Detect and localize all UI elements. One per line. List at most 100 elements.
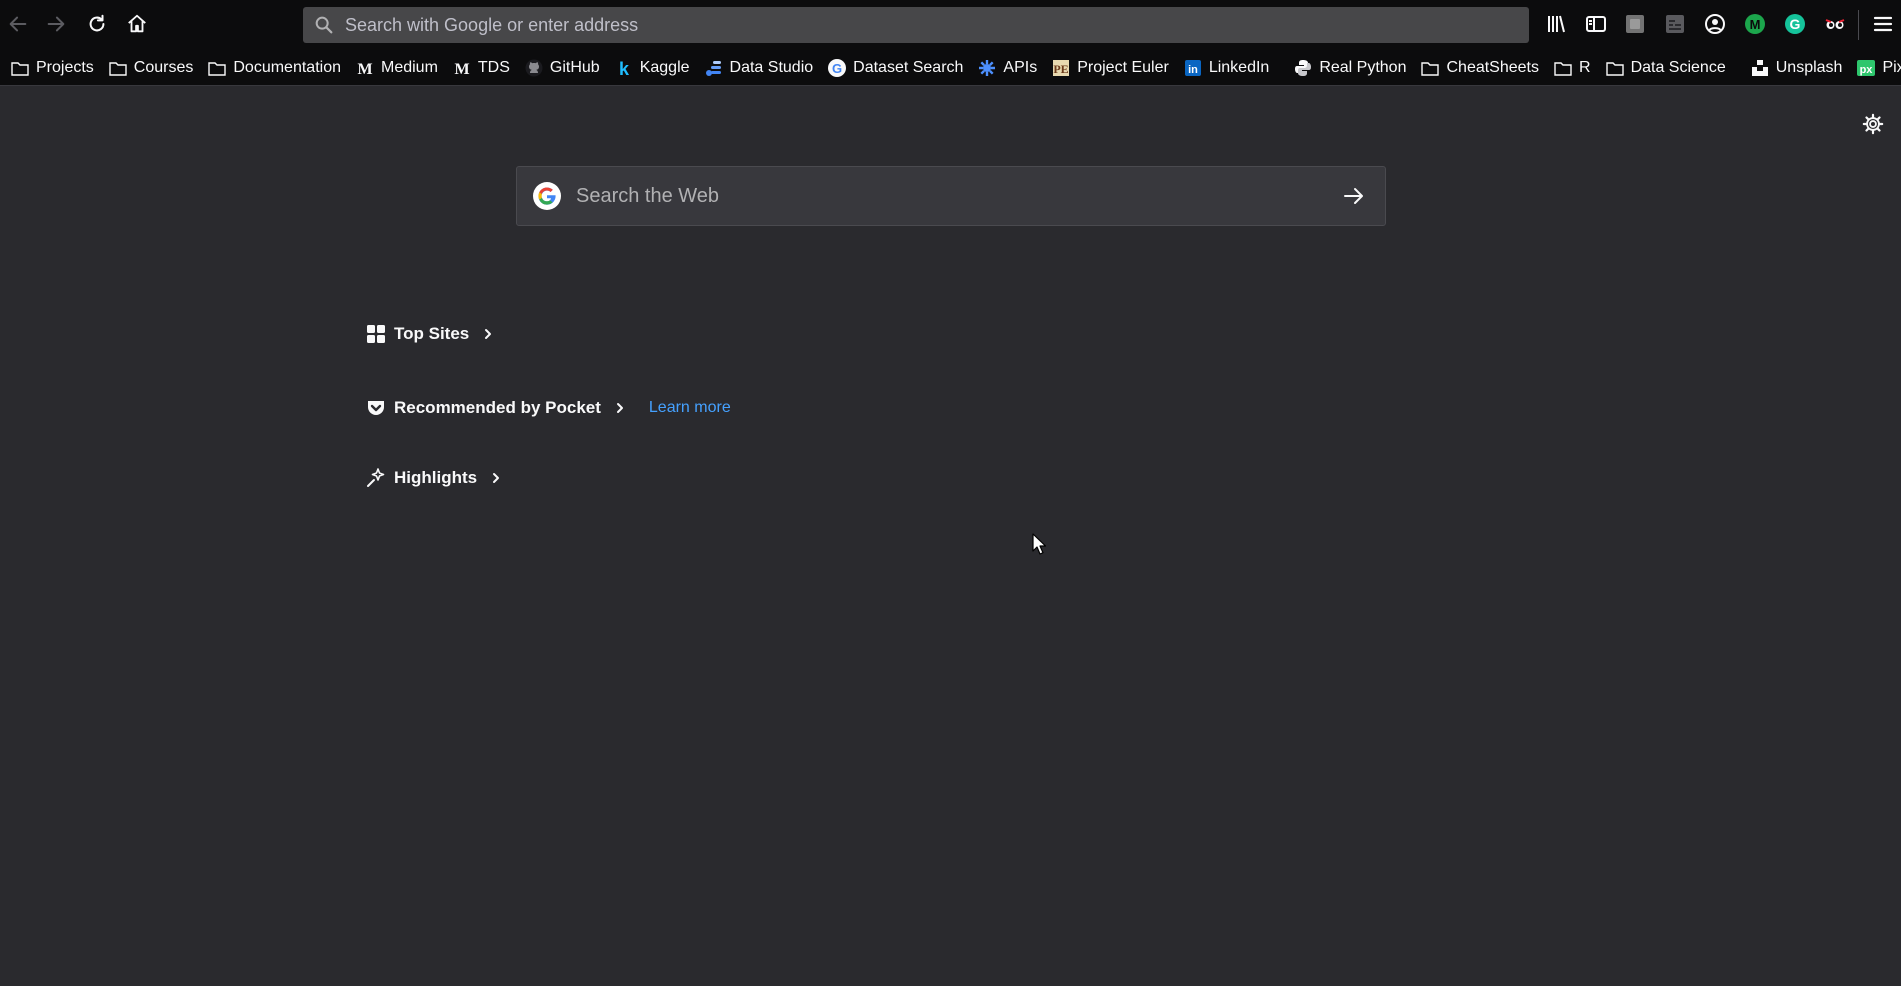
web-search-input[interactable] bbox=[562, 166, 1339, 226]
bookmark-label: Pixabay bbox=[1882, 58, 1901, 76]
bookmark-data-science[interactable]: Data Science bbox=[1599, 53, 1732, 83]
bookmark-data-studio[interactable]: Data Studio bbox=[698, 53, 820, 83]
bookmark-github[interactable]: GitHub bbox=[518, 53, 606, 83]
bookmark-pixabay[interactable]: px Pixabay bbox=[1850, 53, 1901, 83]
bookmark-label: Kaggle bbox=[639, 58, 690, 76]
apis-icon bbox=[977, 58, 997, 78]
folder-icon bbox=[1605, 58, 1625, 78]
bookmark-label: TDS bbox=[477, 58, 510, 76]
home-icon bbox=[128, 14, 146, 33]
bookmark-label: Unsplash bbox=[1775, 58, 1843, 76]
pocket-icon bbox=[366, 398, 386, 418]
bookmark-label: LinkedIn bbox=[1208, 58, 1270, 76]
search-icon bbox=[313, 14, 335, 36]
grammarly-icon: G bbox=[1785, 14, 1805, 34]
bookmark-project-euler[interactable]: PE Project Euler bbox=[1045, 53, 1175, 83]
bookmark-dataset-search[interactable]: G Dataset Search bbox=[821, 53, 969, 83]
svg-text:M: M bbox=[454, 61, 469, 78]
bookmark-label: CheatSheets bbox=[1446, 58, 1539, 76]
bookmark-unsplash[interactable]: Unsplash bbox=[1744, 53, 1849, 83]
extension-m-button[interactable]: M bbox=[1737, 6, 1773, 42]
bookmark-apis[interactable]: APIs bbox=[971, 53, 1043, 83]
bookmark-label: Dataset Search bbox=[853, 58, 964, 76]
github-icon bbox=[524, 58, 544, 78]
highlights-header[interactable]: Highlights bbox=[366, 468, 503, 488]
bookmark-label: Data Science bbox=[1630, 58, 1726, 76]
account-button[interactable] bbox=[1697, 6, 1733, 42]
newtab-settings-button[interactable] bbox=[1860, 111, 1886, 137]
chevron-right-icon[interactable] bbox=[613, 401, 627, 415]
bookmark-kaggle[interactable]: k Kaggle bbox=[608, 53, 696, 83]
svg-text:M: M bbox=[357, 61, 372, 78]
bookmark-label: Real Python bbox=[1319, 58, 1407, 76]
address-bar[interactable] bbox=[303, 6, 1529, 44]
container-button[interactable] bbox=[1657, 6, 1693, 42]
reload-button[interactable] bbox=[79, 6, 115, 42]
folder-icon bbox=[207, 58, 227, 78]
account-icon bbox=[1705, 14, 1725, 34]
unsplash-icon bbox=[1750, 58, 1770, 78]
linkedin-icon: in bbox=[1183, 58, 1203, 78]
pocket-save-button[interactable] bbox=[1617, 6, 1653, 42]
forward-button[interactable] bbox=[38, 6, 74, 42]
container-icon bbox=[1666, 15, 1684, 33]
chevron-right-icon bbox=[489, 471, 503, 485]
pocket-learn-more-link[interactable]: Learn more bbox=[649, 399, 731, 417]
bookmark-label: Data Studio bbox=[729, 58, 814, 76]
bookmark-documentation[interactable]: Documentation bbox=[201, 53, 347, 83]
google-icon: G bbox=[827, 58, 847, 78]
grammarly-button[interactable]: G bbox=[1777, 6, 1813, 42]
svg-text:px: px bbox=[1860, 64, 1874, 76]
extension-eyes-icon bbox=[1825, 19, 1845, 29]
bookmark-tds[interactable]: M TDS bbox=[446, 53, 516, 83]
svg-text:G: G bbox=[832, 61, 842, 76]
top-sites-header[interactable]: Top Sites bbox=[366, 324, 495, 344]
folder-icon bbox=[108, 58, 128, 78]
project-euler-icon: PE bbox=[1051, 58, 1071, 78]
bookmark-cheatsheets[interactable]: CheatSheets bbox=[1414, 53, 1545, 83]
bookmark-label: Documentation bbox=[233, 58, 341, 76]
mouse-cursor-icon bbox=[1032, 533, 1046, 555]
kaggle-icon: k bbox=[614, 58, 634, 78]
sidebar-button[interactable] bbox=[1578, 6, 1614, 42]
medium-icon: M bbox=[452, 58, 472, 78]
bookmark-label: Medium bbox=[381, 58, 438, 76]
bookmark-real-python[interactable]: Real Python bbox=[1287, 53, 1412, 83]
pocket-save-icon bbox=[1626, 15, 1644, 33]
toolbar-divider bbox=[1858, 10, 1859, 40]
bookmark-projects[interactable]: Projects bbox=[4, 53, 100, 83]
svg-text:k: k bbox=[619, 59, 630, 78]
library-icon bbox=[1548, 15, 1565, 33]
bookmark-label: APIs bbox=[1003, 58, 1038, 76]
arrow-left-icon bbox=[9, 16, 27, 32]
svg-text:M: M bbox=[1750, 17, 1761, 32]
bookmark-medium[interactable]: M Medium bbox=[349, 53, 444, 83]
bookmark-label: Project Euler bbox=[1077, 58, 1169, 76]
bookmarks-toolbar: Projects Courses Documentation M Medium … bbox=[0, 50, 1901, 86]
reload-icon bbox=[89, 14, 105, 32]
back-button[interactable] bbox=[0, 6, 36, 42]
sidebar-icon bbox=[1586, 16, 1606, 32]
search-submit-button[interactable] bbox=[1339, 181, 1369, 211]
bookmark-courses[interactable]: Courses bbox=[102, 53, 200, 83]
pocket-title[interactable]: Recommended by Pocket bbox=[394, 398, 601, 418]
bookmark-r[interactable]: R bbox=[1547, 53, 1597, 83]
folder-icon bbox=[1420, 58, 1440, 78]
home-button[interactable] bbox=[119, 6, 155, 42]
address-input[interactable] bbox=[335, 6, 1529, 44]
menu-button[interactable] bbox=[1868, 6, 1898, 42]
chevron-right-icon bbox=[481, 327, 495, 341]
bookmark-label: GitHub bbox=[549, 58, 600, 76]
highlights-title: Highlights bbox=[394, 468, 478, 487]
svg-text:PE: PE bbox=[1054, 62, 1069, 76]
folder-icon bbox=[1553, 58, 1573, 78]
top-sites-title: Top Sites bbox=[394, 324, 470, 343]
arrow-right-icon bbox=[47, 16, 65, 32]
folder-icon bbox=[10, 58, 30, 78]
bookmark-linkedin[interactable]: in LinkedIn bbox=[1177, 53, 1276, 83]
extension-m-icon: M bbox=[1745, 14, 1765, 34]
gear-icon bbox=[1862, 113, 1884, 135]
web-search-box[interactable] bbox=[516, 166, 1386, 226]
library-button[interactable] bbox=[1538, 6, 1574, 42]
extension-eyes-button[interactable] bbox=[1817, 6, 1853, 42]
